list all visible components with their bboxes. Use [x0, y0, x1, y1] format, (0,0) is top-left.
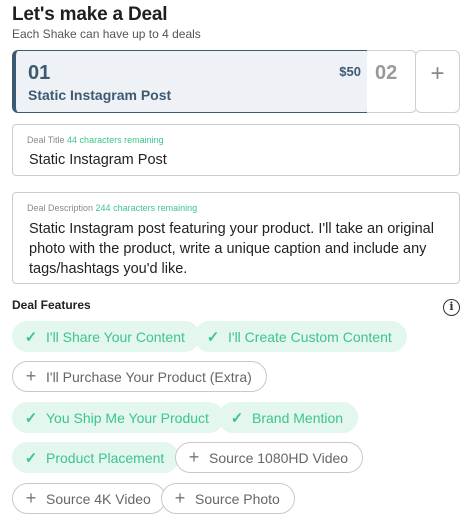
- deal-tab-price: $50: [339, 64, 361, 79]
- deal-description-input[interactable]: Static Instagram post featuring your pro…: [29, 219, 447, 279]
- checkmark-icon: ✓: [24, 449, 38, 467]
- checkmark-icon: ✓: [230, 409, 244, 427]
- deal-tab-number: 02: [375, 62, 398, 84]
- feature-chip-product-placement[interactable]: ✓ Product Placement: [12, 442, 180, 473]
- plus-icon: +: [430, 60, 445, 87]
- checkmark-icon: ✓: [24, 409, 38, 427]
- checkmark-icon: ✓: [206, 328, 220, 346]
- deal-tab-name: Static Instagram Post: [28, 87, 172, 103]
- plus-icon: +: [25, 488, 37, 508]
- deal-title-label: Deal Title 44 characters remaining: [27, 135, 164, 145]
- deal-description-field[interactable]: Deal Description 244 characters remainin…: [12, 192, 460, 284]
- feature-chip-purchase-product[interactable]: + I'll Purchase Your Product (Extra): [12, 361, 267, 392]
- checkmark-icon: ✓: [24, 328, 38, 346]
- feature-chip-source-4k[interactable]: + Source 4K Video: [12, 483, 166, 514]
- deal-title-remaining: 44 characters remaining: [67, 135, 164, 145]
- add-deal-button[interactable]: +: [415, 50, 460, 113]
- plus-icon: +: [25, 366, 37, 386]
- feature-chip-label: I'll Share Your Content: [46, 328, 185, 345]
- deal-features-heading: Deal Features: [12, 298, 91, 312]
- deal-tab-01[interactable]: 01 $50 Static Instagram Post: [12, 50, 372, 113]
- feature-chip-source-photo[interactable]: + Source Photo: [161, 483, 295, 514]
- plus-icon: +: [188, 447, 200, 467]
- feature-chip-label: I'll Create Custom Content: [228, 328, 392, 345]
- feature-chip-label: Brand Mention: [252, 409, 344, 426]
- deal-tabs: 01 $50 Static Instagram Post 02 +: [12, 50, 460, 113]
- feature-chip-share-content[interactable]: ✓ I'll Share Your Content: [12, 321, 200, 352]
- deal-description-label: Deal Description 244 characters remainin…: [27, 203, 198, 213]
- feature-chip-brand-mention[interactable]: ✓ Brand Mention: [218, 402, 359, 433]
- deal-title-field[interactable]: Deal Title 44 characters remaining Stati…: [12, 124, 460, 176]
- feature-chip-label: You Ship Me Your Product: [46, 409, 209, 426]
- feature-chip-label: Source 4K Video: [46, 490, 151, 507]
- feature-chip-ship-product[interactable]: ✓ You Ship Me Your Product: [12, 402, 224, 433]
- deal-description-remaining: 244 characters remaining: [95, 203, 198, 213]
- page-title: Let's make a Deal: [12, 4, 168, 25]
- feature-chip-custom-content[interactable]: ✓ I'll Create Custom Content: [194, 321, 407, 352]
- feature-chip-label: Source 1080HD Video: [209, 449, 349, 466]
- page-subtitle: Each Shake can have up to 4 deals: [12, 27, 201, 41]
- feature-chip-source-1080hd[interactable]: + Source 1080HD Video: [175, 442, 364, 473]
- feature-chip-label: I'll Purchase Your Product (Extra): [46, 368, 252, 385]
- info-icon[interactable]: i: [443, 299, 460, 316]
- feature-chip-label: Product Placement: [46, 449, 165, 466]
- plus-icon: +: [174, 488, 186, 508]
- deal-tab-number: 01: [28, 62, 51, 84]
- deal-title-input[interactable]: Static Instagram Post: [29, 152, 167, 168]
- deal-tab-02[interactable]: 02: [367, 50, 417, 113]
- feature-chip-label: Source Photo: [195, 490, 280, 507]
